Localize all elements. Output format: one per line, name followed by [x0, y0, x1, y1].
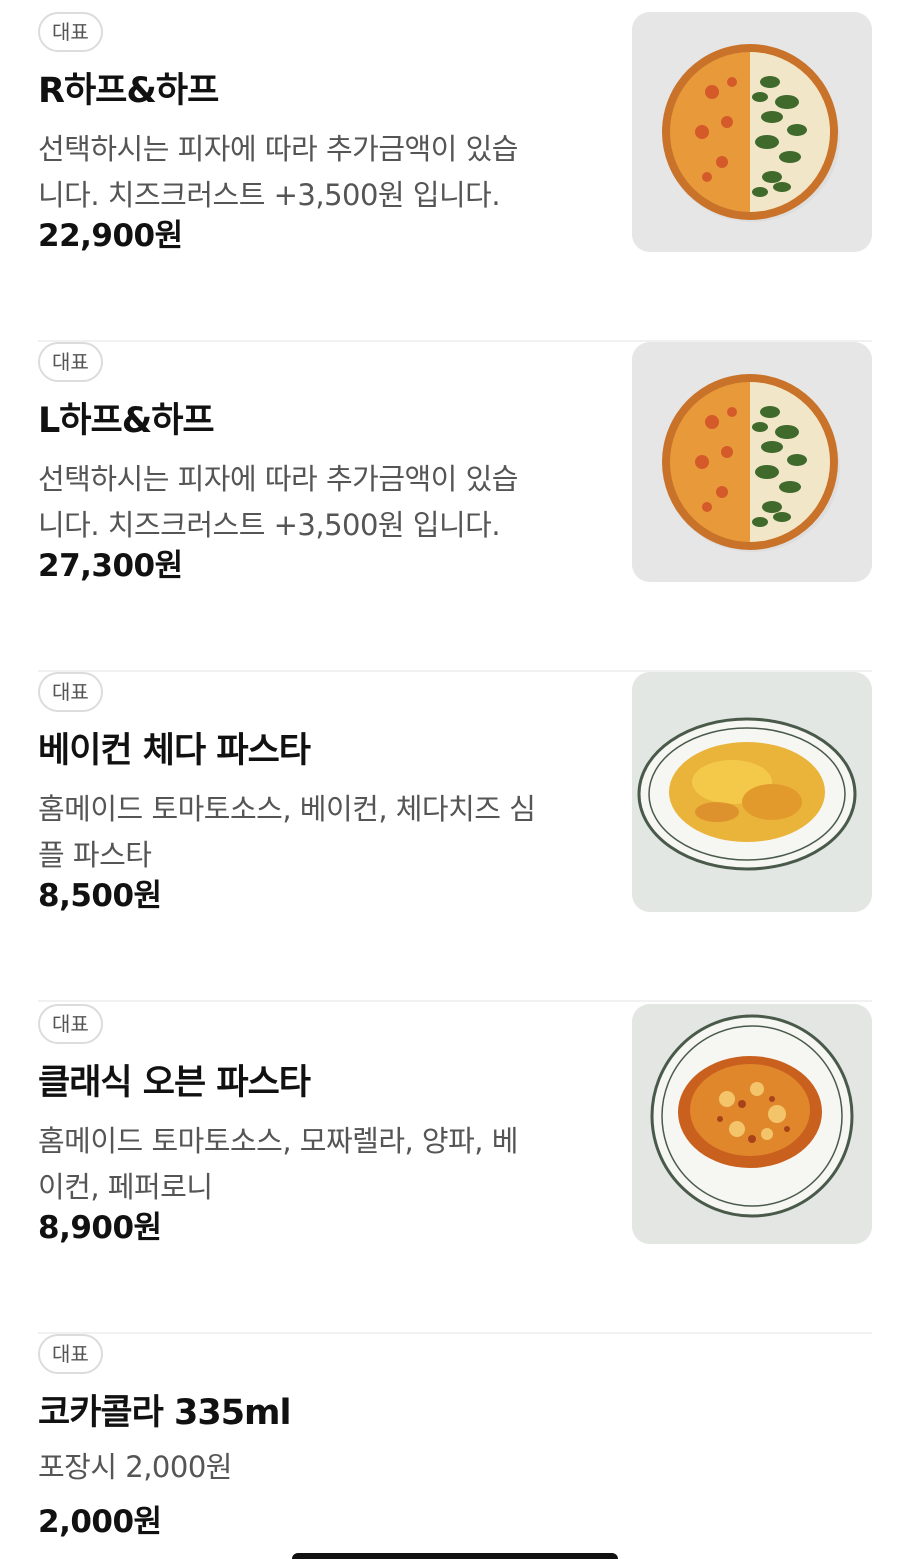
menu-item-price: 2,000원	[38, 1504, 162, 1540]
menu-item-price: 22,900원	[38, 218, 183, 254]
menu-item-name: L하프&하프	[38, 401, 215, 441]
signature-badge: 대표	[38, 1334, 103, 1374]
menu-item-r-half-and-half[interactable]: 대표 R하프&하프 선택하시는 피자에 따라 추가금액이 있습 니다. 치즈크러…	[38, 12, 872, 342]
round-pasta-illustration	[632, 1004, 872, 1244]
oval-pasta-illustration	[632, 672, 872, 912]
pizza-illustration	[632, 12, 872, 252]
menu-item-price: 8,500원	[38, 878, 162, 914]
menu-item-classic-oven-pasta[interactable]: 대표 클래식 오븐 파스타 홈메이드 토마토소스, 모짜렐라, 양파, 베 이컨…	[38, 1004, 872, 1334]
menu-item-name: 베이컨 체다 파스타	[38, 731, 311, 771]
menu-item-coca-cola[interactable]: 대표 코카콜라 335ml 포장시 2,000원 2,000원	[38, 1334, 872, 1559]
menu-item-bacon-cheddar-pasta[interactable]: 대표 베이컨 체다 파스타 홈메이드 토마토소스, 베이컨, 체다치즈 심 플 …	[38, 672, 872, 1002]
menu-item-price: 8,900원	[38, 1210, 162, 1246]
signature-badge: 대표	[38, 672, 103, 712]
menu-item-name: 클래식 오븐 파스타	[38, 1063, 311, 1103]
menu-item-name: 코카콜라 335ml	[38, 1393, 292, 1433]
classic-oven-pasta-image[interactable]	[632, 1004, 872, 1244]
menu-item-price: 27,300원	[38, 548, 183, 584]
menu-item-description: 선택하시는 피자에 따라 추가금액이 있습 니다. 치즈크러스트 +3,500원…	[38, 462, 518, 542]
menu-item-name: R하프&하프	[38, 71, 219, 111]
half-and-half-pizza-image[interactable]	[632, 342, 872, 582]
menu-item-description: 포장시 2,000원	[38, 1450, 232, 1484]
signature-badge: 대표	[38, 342, 103, 382]
bacon-cheddar-pasta-image[interactable]	[632, 672, 872, 912]
signature-badge: 대표	[38, 12, 103, 52]
divider	[38, 1000, 872, 1002]
half-and-half-pizza-image[interactable]	[632, 12, 872, 252]
menu-list: 대표 R하프&하프 선택하시는 피자에 따라 추가금액이 있습 니다. 치즈크러…	[0, 0, 900, 1559]
home-indicator[interactable]	[292, 1553, 618, 1559]
menu-item-description: 선택하시는 피자에 따라 추가금액이 있습 니다. 치즈크러스트 +3,500원…	[38, 132, 518, 212]
menu-item-l-half-and-half[interactable]: 대표 L하프&하프 선택하시는 피자에 따라 추가금액이 있습 니다. 치즈크러…	[38, 342, 872, 672]
menu-item-description: 홈메이드 토마토소스, 베이컨, 체다치즈 심 플 파스타	[38, 792, 536, 872]
signature-badge: 대표	[38, 1004, 103, 1044]
menu-item-description: 홈메이드 토마토소스, 모짜렐라, 양파, 베 이컨, 페퍼로니	[38, 1124, 518, 1204]
pizza-illustration	[632, 342, 872, 582]
